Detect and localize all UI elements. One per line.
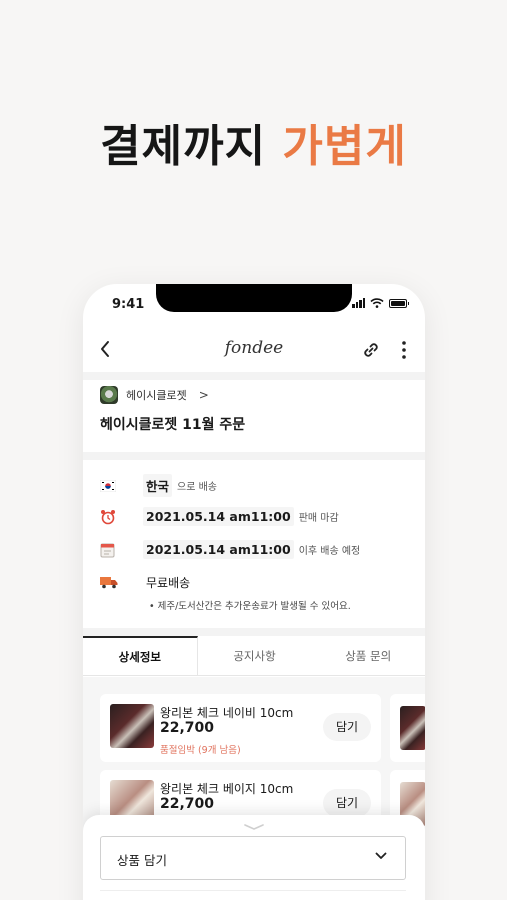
deadline-suffix: 판매 마감 <box>298 513 339 524</box>
korea-flag-icon <box>100 477 128 495</box>
phone-frame: 9:41 fondee 헤이시클로젯 > 헤이시클로젯 11월 주문 한국 으로… <box>83 284 425 900</box>
sheet-divider <box>100 890 406 891</box>
add-to-cart-button[interactable]: 담기 <box>323 713 371 741</box>
ship-date-value: 2021.05.14 am11:00 <box>143 540 294 559</box>
product-select[interactable]: 상품 담기 <box>100 836 406 880</box>
tab-product-inquiry[interactable]: 상품 문의 <box>311 636 425 675</box>
detail-tabs: 상세정보 공지사항 상품 문의 <box>83 636 425 676</box>
store-name: 헤이시클로젯 <box>126 389 187 402</box>
product-title: 헤이시클로젯 11월 주문 <box>100 417 246 433</box>
battery-icon <box>389 298 409 308</box>
product-thumbnail <box>400 706 425 750</box>
product-select-value: 상품 담기 <box>117 853 167 868</box>
more-icon[interactable] <box>401 340 407 360</box>
section-divider <box>83 452 425 460</box>
truck-icon <box>100 573 128 591</box>
tab-details[interactable]: 상세정보 <box>83 636 198 675</box>
ship-date-suffix: 이후 배송 예정 <box>298 546 361 557</box>
product-card[interactable]: 왕리본 체크 네이비 10cm 22,700 품절임박 (9개 남음) 담기 <box>100 694 381 762</box>
status-icons <box>352 298 409 308</box>
wifi-icon <box>370 298 384 308</box>
product-price: 22,700 <box>160 796 215 812</box>
headline-part-1: 결제까지 <box>100 121 267 172</box>
tab-notices[interactable]: 공지사항 <box>198 636 312 675</box>
stock-badge: 품절임박 (9개 남음) <box>160 745 241 756</box>
deadline-value: 2021.05.14 am11:00 <box>143 507 294 526</box>
top-nav: fondee <box>83 332 425 368</box>
section-divider <box>83 628 425 636</box>
chevron-down-icon <box>375 852 387 859</box>
product-name: 왕리본 체크 네이비 10cm <box>160 706 294 720</box>
country-suffix: 으로 배송 <box>177 482 217 493</box>
headline-part-2: 가볍게 <box>282 121 407 172</box>
product-name: 왕리본 체크 베이지 10cm <box>160 782 294 796</box>
alarm-clock-icon <box>100 508 128 526</box>
bottom-sheet: 상품 담기 <box>83 815 425 900</box>
country-value: 한국 <box>143 474 173 497</box>
product-thumbnail <box>110 704 154 748</box>
store-avatar <box>100 386 118 404</box>
status-time: 9:41 <box>112 297 145 312</box>
signal-icon <box>352 298 365 308</box>
chevron-right-icon: > <box>198 388 209 402</box>
next-product-card[interactable] <box>390 694 425 762</box>
shipping-value: 무료배송 <box>146 575 191 590</box>
link-icon[interactable] <box>361 340 381 360</box>
product-price: 22,700 <box>160 720 215 736</box>
info-shipping: 무료배송 <box>100 573 410 591</box>
section-divider <box>83 372 425 380</box>
chevron-down-icon[interactable] <box>243 823 265 831</box>
shipping-note: • 제주/도서산간은 추가운송료가 발생될 수 있어요. <box>149 601 351 612</box>
headline: 결제까지 가볍게 <box>0 110 507 174</box>
phone-notch <box>156 284 352 312</box>
calendar-icon <box>100 541 128 559</box>
store-link[interactable]: 헤이시클로젯 > <box>100 386 209 404</box>
info-ship-date: 2021.05.14 am11:00 이후 배송 예정 <box>100 540 410 559</box>
info-deadline: 2021.05.14 am11:00 판매 마감 <box>100 507 410 526</box>
info-country: 한국 으로 배송 <box>100 474 410 497</box>
add-to-cart-button[interactable]: 담기 <box>323 789 371 817</box>
